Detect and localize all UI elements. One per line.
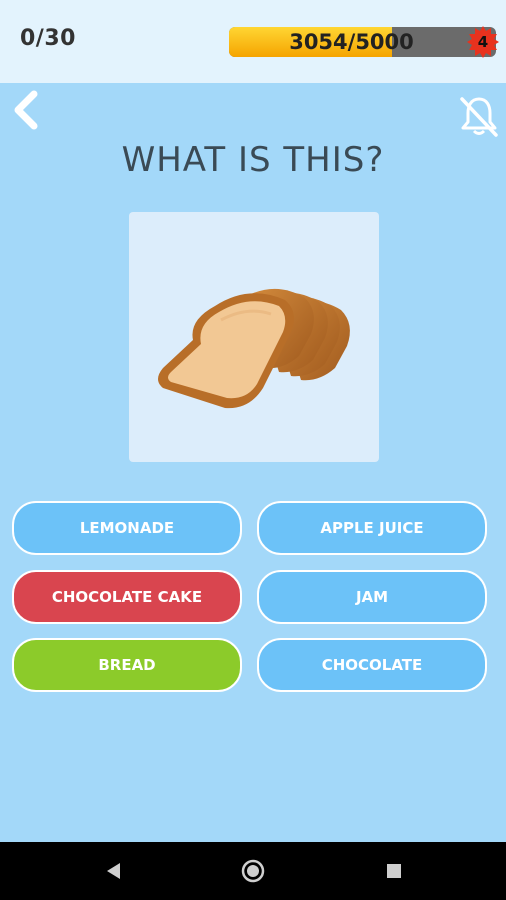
bell-muted-icon xyxy=(460,97,498,137)
bread-image xyxy=(158,288,350,409)
xp-progress-text: 3054/5000 xyxy=(289,30,414,54)
answer-button-bread[interactable]: BREAD xyxy=(12,638,242,692)
top-bar: 0/30 3054/5000 4 xyxy=(0,0,506,83)
nav-recents-button[interactable] xyxy=(382,859,406,883)
nav-home-button[interactable] xyxy=(241,859,265,883)
circle-home-icon xyxy=(241,859,265,883)
answer-button-jam[interactable]: JAM xyxy=(257,570,487,624)
back-button[interactable] xyxy=(8,90,44,130)
xp-progress-bar: 3054/5000 4 xyxy=(229,26,499,58)
answer-button-apple-juice[interactable]: APPLE JUICE xyxy=(257,501,487,555)
question-title: WHAT IS THIS? xyxy=(121,140,385,180)
triangle-back-icon xyxy=(107,863,120,879)
level-number: 4 xyxy=(477,33,489,51)
square-recents-icon xyxy=(387,864,401,878)
answer-button-chocolate[interactable]: CHOCOLATE xyxy=(257,638,487,692)
system-nav-bar xyxy=(0,842,506,900)
answer-button-chocolate-cake[interactable]: CHOCOLATE CAKE xyxy=(12,570,242,624)
level-badge: 4 xyxy=(466,25,500,59)
nav-back-button[interactable] xyxy=(102,859,126,883)
answer-button-lemonade[interactable]: LEMONADE xyxy=(12,501,242,555)
sound-toggle-button[interactable] xyxy=(456,93,502,139)
question-image-card xyxy=(129,212,379,462)
chevron-left-icon xyxy=(14,90,38,130)
question-counter: 0/30 xyxy=(20,26,76,51)
